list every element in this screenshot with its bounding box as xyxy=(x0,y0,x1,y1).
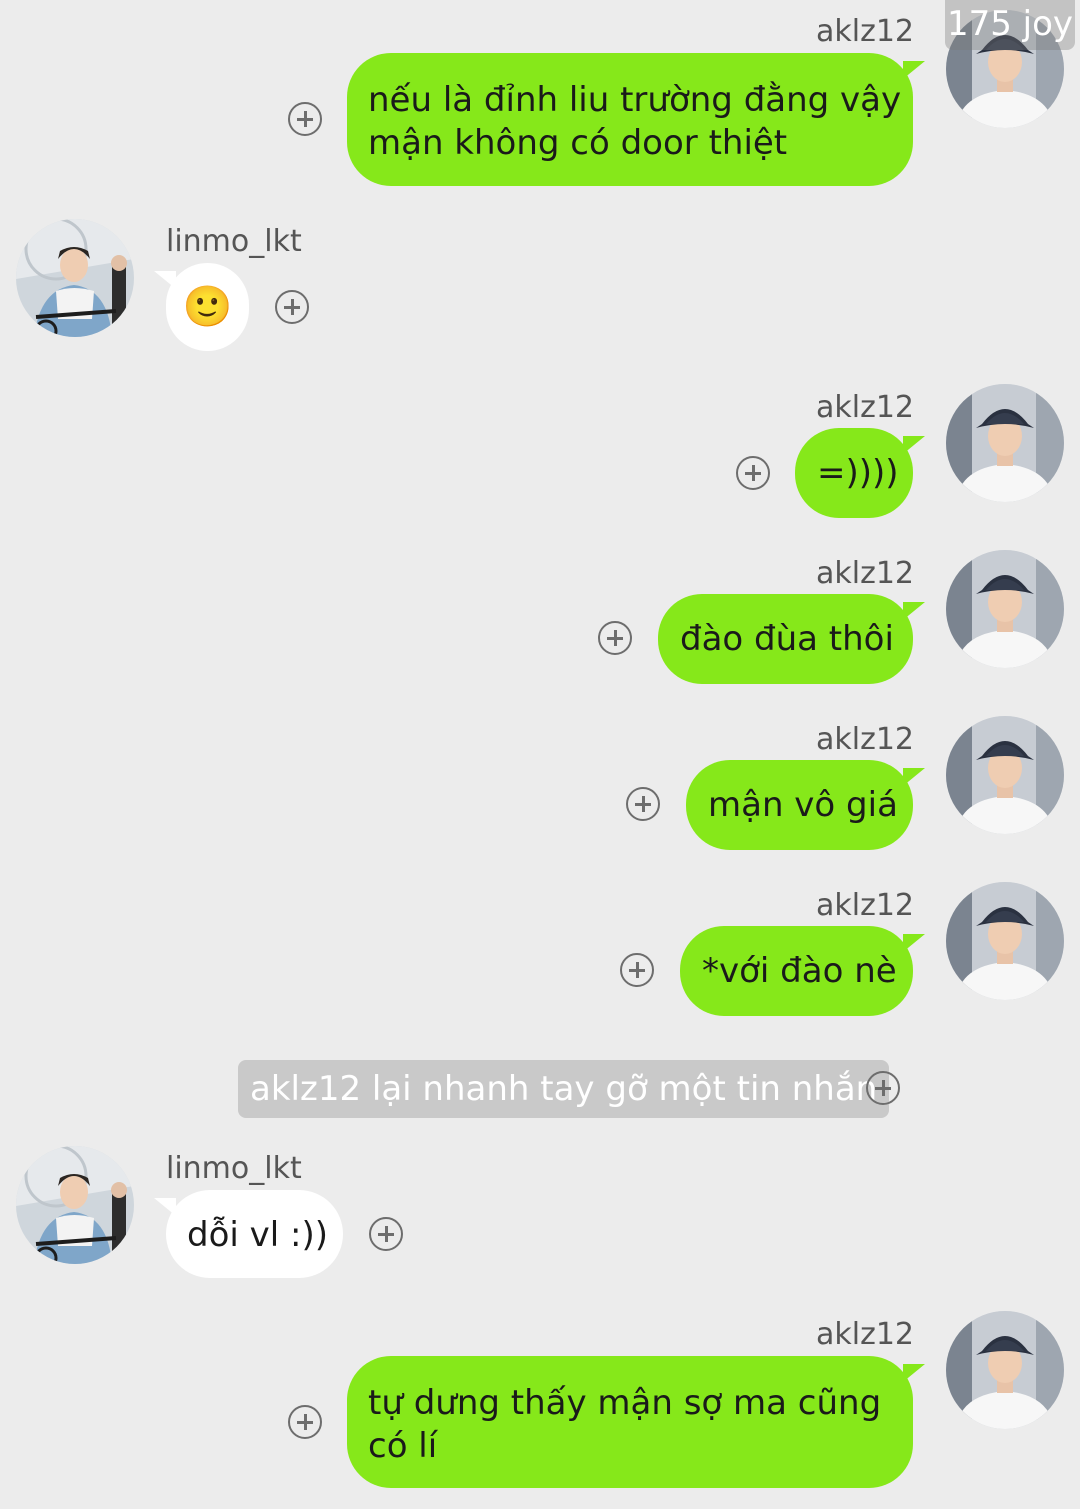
message-line: mận vô giá xyxy=(708,785,898,825)
watermark-label: 175 joy xyxy=(945,0,1075,50)
message-bubble[interactable]: đào đùa thôi xyxy=(658,594,925,684)
avatar[interactable] xyxy=(946,550,1064,668)
sender-name: linmo_lkt xyxy=(166,1151,302,1186)
plus-circle-icon[interactable] xyxy=(866,1071,900,1105)
avatar[interactable] xyxy=(946,882,1064,1000)
message-bubble[interactable]: tự dưng thấy mận sợ ma cũng có lí xyxy=(347,1356,925,1488)
avatar[interactable] xyxy=(946,384,1064,502)
avatar[interactable] xyxy=(946,1311,1064,1429)
sender-name: aklz12 xyxy=(815,556,914,591)
sender-name: aklz12 xyxy=(815,888,914,923)
sender-name: aklz12 xyxy=(815,14,914,49)
message-bubble[interactable]: nếu là đỉnh liu trường đằng vậy mận khôn… xyxy=(347,53,925,186)
bucket-hat-person-avatar xyxy=(946,716,1064,834)
message-bubble[interactable]: =)))) xyxy=(795,428,925,518)
message-line: tự dưng thấy mận sợ ma cũng xyxy=(368,1383,882,1423)
avatar[interactable] xyxy=(16,219,134,337)
message-line: =)))) xyxy=(817,453,899,493)
plus-circle-icon[interactable] xyxy=(369,1217,403,1251)
plus-circle-icon[interactable] xyxy=(288,102,322,136)
avatar[interactable] xyxy=(946,716,1064,834)
message-line: có lí xyxy=(368,1426,438,1466)
message-bubble[interactable]: *với đào nè xyxy=(680,926,925,1016)
message-bubble[interactable]: mận vô giá xyxy=(686,760,925,850)
sender-name: aklz12 xyxy=(815,722,914,757)
message-line: đào đùa thôi xyxy=(680,619,894,659)
bucket-hat-person-avatar xyxy=(946,882,1064,1000)
message-line: mận không có door thiệt xyxy=(368,123,788,163)
sender-name: aklz12 xyxy=(815,1317,914,1352)
sender-name: aklz12 xyxy=(815,390,914,425)
plus-circle-icon[interactable] xyxy=(275,290,309,324)
plus-circle-icon[interactable] xyxy=(620,953,654,987)
plus-circle-icon[interactable] xyxy=(288,1405,322,1439)
plus-circle-icon[interactable] xyxy=(598,621,632,655)
message-bubble[interactable]: dỗi vl :)) xyxy=(154,1190,343,1278)
cyclist-person-avatar xyxy=(16,1146,134,1264)
recalled-message-notice: aklz12 lại nhanh tay gỡ một tin nhắn xyxy=(238,1060,890,1118)
message-line: nếu là đỉnh liu trường đằng vậy xyxy=(368,80,902,120)
avatar[interactable] xyxy=(16,1146,134,1264)
plus-circle-icon[interactable] xyxy=(626,787,660,821)
plus-circle-icon[interactable] xyxy=(736,456,770,490)
bucket-hat-person-avatar xyxy=(946,384,1064,502)
message-line: dỗi vl :)) xyxy=(187,1215,328,1255)
message-line: *với đào nè xyxy=(702,951,897,991)
slightly-smiling-face-icon: 🙂 xyxy=(182,284,233,330)
emoji-bubble[interactable]: 🙂 xyxy=(154,263,249,351)
bucket-hat-person-avatar xyxy=(946,1311,1064,1429)
bucket-hat-person-avatar xyxy=(946,550,1064,668)
sender-name: linmo_lkt xyxy=(166,224,302,259)
cyclist-person-avatar xyxy=(16,219,134,337)
